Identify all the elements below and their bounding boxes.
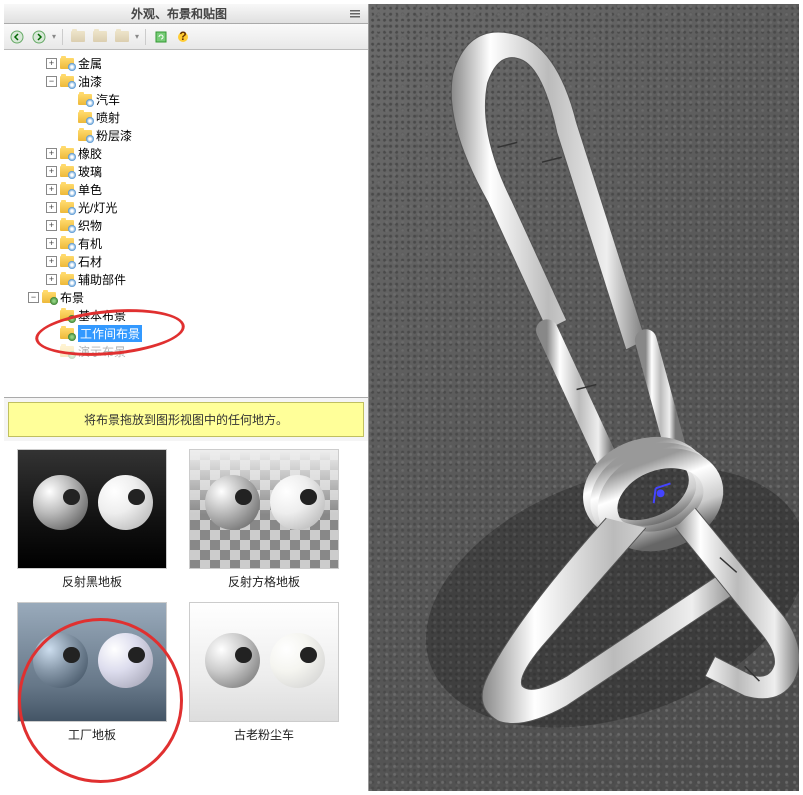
tree-item-solid[interactable]: + 单色 <box>6 180 366 198</box>
expand-icon[interactable]: + <box>46 220 57 231</box>
tree-item-rubber[interactable]: + 橡胶 <box>6 144 366 162</box>
thumb-label: 反射方格地板 <box>228 573 300 590</box>
tree-label: 金属 <box>78 55 102 72</box>
tree-item-metal[interactable]: + 金属 <box>6 54 366 72</box>
tree-item-light[interactable]: + 光/灯光 <box>6 198 366 216</box>
tree-item-scene[interactable]: − 布景 <box>6 288 366 306</box>
folder3-icon[interactable] <box>113 28 131 46</box>
tree-label: 橡胶 <box>78 145 102 162</box>
tree-label: 演示布景 <box>78 343 126 360</box>
hint-message: 将布景拖放到图形视图中的任何地方。 <box>8 402 364 437</box>
help-icon[interactable]: ? <box>174 28 192 46</box>
folder2-icon[interactable] <box>91 28 109 46</box>
thumb-reflect-black[interactable]: 反射黑地板 <box>12 449 172 590</box>
tree-label: 有机 <box>78 235 102 252</box>
tree-item-spray[interactable]: 喷射 <box>6 108 366 126</box>
tree-label: 基本布景 <box>78 307 126 324</box>
back-button[interactable] <box>8 28 26 46</box>
expand-icon[interactable]: + <box>46 184 57 195</box>
refresh-icon[interactable] <box>152 28 170 46</box>
3d-viewport[interactable] <box>369 4 799 791</box>
thumb-dusty[interactable]: 古老粉尘车 <box>184 602 344 743</box>
tree-item-fabric[interactable]: + 织物 <box>6 216 366 234</box>
panel-header: 外观、布景和贴图 <box>4 4 368 24</box>
tree-item-car[interactable]: 汽车 <box>6 90 366 108</box>
thumb-reflect-checker[interactable]: 反射方格地板 <box>184 449 344 590</box>
panel-toolbar: ▾ ▾ ? <box>4 24 368 50</box>
tree-label: 玻璃 <box>78 163 102 180</box>
scene-thumbnails: 反射黑地板 反射方格地板 工厂地板 <box>4 441 368 791</box>
material-tree[interactable]: + 金属 − 油漆 汽车 喷射 粉层漆 <box>4 50 368 398</box>
expand-icon[interactable]: + <box>46 166 57 177</box>
panel-title: 外观、布景和贴图 <box>10 5 348 22</box>
tree-label: 油漆 <box>78 73 102 90</box>
tree-item-basic-scene[interactable]: 基本布景 <box>6 306 366 324</box>
folder1-icon[interactable] <box>69 28 87 46</box>
tree-item-stone[interactable]: + 石材 <box>6 252 366 270</box>
tree-label-selected: 工作间布景 <box>78 325 142 342</box>
expand-icon[interactable]: + <box>46 202 57 213</box>
tree-item-powder[interactable]: 粉层漆 <box>6 126 366 144</box>
expand-icon[interactable]: + <box>46 274 57 285</box>
appearance-panel: 外观、布景和贴图 ▾ ▾ ? + 金属 − <box>4 4 369 791</box>
tree-label: 汽车 <box>96 91 120 108</box>
tree-item-aux[interactable]: + 辅助部件 <box>6 270 366 288</box>
tree-label: 光/灯光 <box>78 199 117 216</box>
tree-item-demo-scene[interactable]: 演示布景 <box>6 342 366 360</box>
forward-button[interactable] <box>30 28 48 46</box>
expand-icon[interactable]: + <box>46 58 57 69</box>
tree-item-glass[interactable]: + 玻璃 <box>6 162 366 180</box>
thumb-factory[interactable]: 工厂地板 <box>12 602 172 743</box>
tree-label: 辅助部件 <box>78 271 126 288</box>
tree-item-paint[interactable]: − 油漆 <box>6 72 366 90</box>
expand-icon[interactable]: + <box>46 148 57 159</box>
collapse-icon[interactable]: − <box>46 76 57 87</box>
expand-icon[interactable]: + <box>46 256 57 267</box>
panel-menu-icon[interactable] <box>348 7 362 21</box>
clothespin-model[interactable] <box>369 4 799 785</box>
thumb-label: 反射黑地板 <box>62 573 122 590</box>
tree-item-organic[interactable]: + 有机 <box>6 234 366 252</box>
tree-item-studio-scene[interactable]: 工作间布景 <box>6 324 366 342</box>
tree-label: 布景 <box>60 289 84 306</box>
thumb-label: 古老粉尘车 <box>234 726 294 743</box>
tree-label: 粉层漆 <box>96 127 132 144</box>
expand-icon[interactable]: + <box>46 238 57 249</box>
tree-label: 织物 <box>78 217 102 234</box>
collapse-icon[interactable]: − <box>28 292 39 303</box>
tree-label: 单色 <box>78 181 102 198</box>
thumb-label: 工厂地板 <box>68 726 116 743</box>
tree-label: 石材 <box>78 253 102 270</box>
svg-text:?: ? <box>179 30 186 43</box>
tree-label: 喷射 <box>96 109 120 126</box>
